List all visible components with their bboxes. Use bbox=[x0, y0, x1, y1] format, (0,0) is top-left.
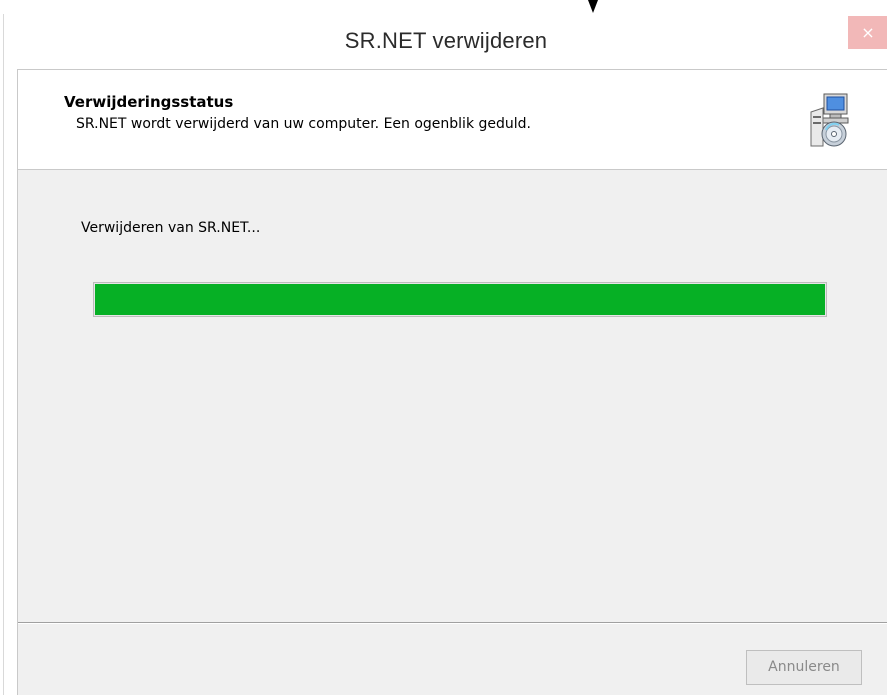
header-panel: Verwijderingsstatus SR.NET wordt verwijd… bbox=[18, 70, 887, 170]
progress-bar bbox=[93, 282, 827, 317]
close-button[interactable]: × bbox=[848, 16, 887, 49]
footer-divider bbox=[18, 622, 887, 624]
header-subtitle: SR.NET wordt verwijderd van uw computer.… bbox=[76, 116, 531, 132]
screen: SR.NET verwijderen × Verwijderingsstatus… bbox=[0, 0, 887, 695]
status-text: Verwijderen van SR.NET... bbox=[81, 220, 261, 236]
progress-bar-fill bbox=[95, 284, 825, 315]
window-title: SR.NET verwijderen bbox=[344, 28, 548, 53]
close-icon: × bbox=[861, 23, 875, 42]
uninstall-dialog: SR.NET verwijderen × Verwijderingsstatus… bbox=[3, 14, 887, 695]
dialog-body: Verwijderingsstatus SR.NET wordt verwijd… bbox=[17, 69, 887, 695]
mouse-cursor-icon bbox=[588, 0, 598, 13]
cancel-button[interactable]: Annuleren bbox=[746, 650, 862, 685]
title-bar[interactable]: SR.NET verwijderen × bbox=[4, 14, 887, 69]
installer-computer-disc-icon bbox=[810, 93, 849, 147]
header-title: Verwijderingsstatus bbox=[64, 93, 234, 111]
